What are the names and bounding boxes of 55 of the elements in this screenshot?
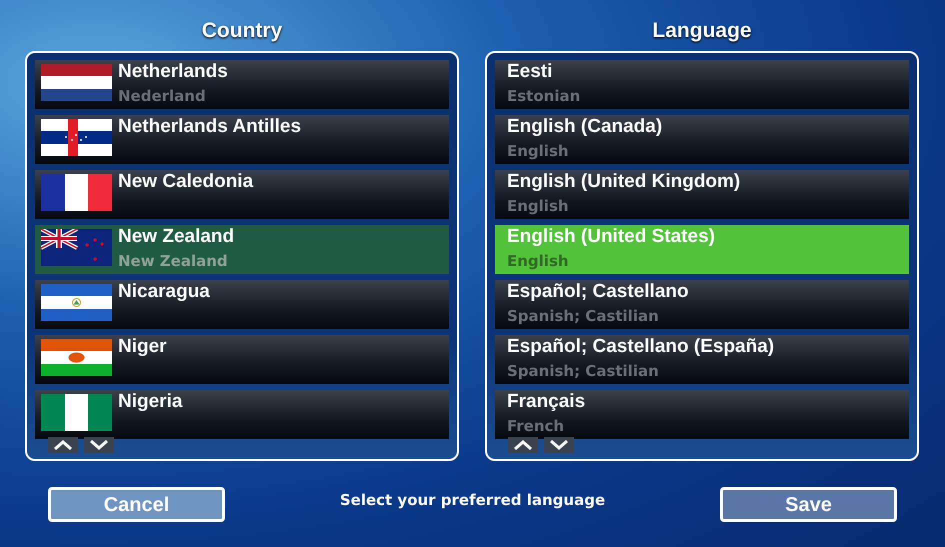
country-name: New Caledonia [118,170,254,194]
language-name: English (United Kingdom) [507,170,740,194]
list-item[interactable]: New Caledonia [35,170,449,219]
english-name: French [507,416,566,437]
english-name: Spanish; Castilian [507,361,660,382]
language-name: Español; Castellano (España) [507,335,774,359]
list-item[interactable]: Español; Castellano (España) Spanish; Castilian [495,335,909,384]
chevron-down-icon [549,440,569,450]
hint-text: Select your preferred language [340,490,606,511]
chevron-down-icon [89,440,109,450]
list-item[interactable]: Eesti Estonian [495,60,909,109]
flag-icon [41,119,112,156]
list-item[interactable]: Français French [495,390,909,439]
scroll-up-button[interactable] [48,437,78,453]
list-item[interactable]: Netherlands Nederland [35,60,449,109]
country-name: Netherlands [118,60,228,84]
language-name: Español; Castellano [507,280,689,304]
flag-icon [41,339,112,376]
english-name: English [507,141,570,162]
flag-icon [41,229,112,266]
country-name: Nicaragua [118,280,210,304]
panel-title: Country [202,18,282,44]
panel-title: Language [652,18,752,44]
list-item[interactable]: Netherlands Antilles [35,115,449,164]
list-item[interactable]: Nigeria [35,390,449,439]
scroll-up-button[interactable] [508,437,538,453]
list-item[interactable]: Niger [35,335,449,384]
chevron-up-icon [513,440,533,450]
list-item[interactable]: English (United Kingdom) English [495,170,909,219]
list-item[interactable]: Nicaragua [35,280,449,329]
flag-icon [41,394,112,431]
country-name: Nigeria [118,390,182,414]
english-name: Spanish; Castilian [507,306,660,327]
flag-icon [41,174,112,211]
list-item[interactable]: Español; Castellano Spanish; Castilian [495,280,909,329]
chevron-up-icon [53,440,73,450]
english-name: Estonian [507,86,580,107]
language-name: English (United States) [507,225,715,249]
flag-icon [41,64,112,101]
country-name: Netherlands Antilles [118,115,302,139]
language-name: English (Canada) [507,115,662,139]
native-name: Nederland [118,86,207,107]
english-name: English [507,251,570,272]
scroll-down-button[interactable] [544,437,574,453]
language-name: Eesti [507,60,554,84]
list-item[interactable]: English (Canada) English [495,115,909,164]
language-name: Français [507,390,586,414]
flag-icon [41,284,112,321]
list-item[interactable]: New Zealand New Zealand [35,225,449,274]
country-name: New Zealand [118,225,234,249]
save-button[interactable]: Save [720,487,897,522]
english-name: English [507,196,570,217]
country-name: Niger [118,335,167,359]
scroll-down-button[interactable] [84,437,114,453]
native-name: New Zealand [118,251,229,272]
